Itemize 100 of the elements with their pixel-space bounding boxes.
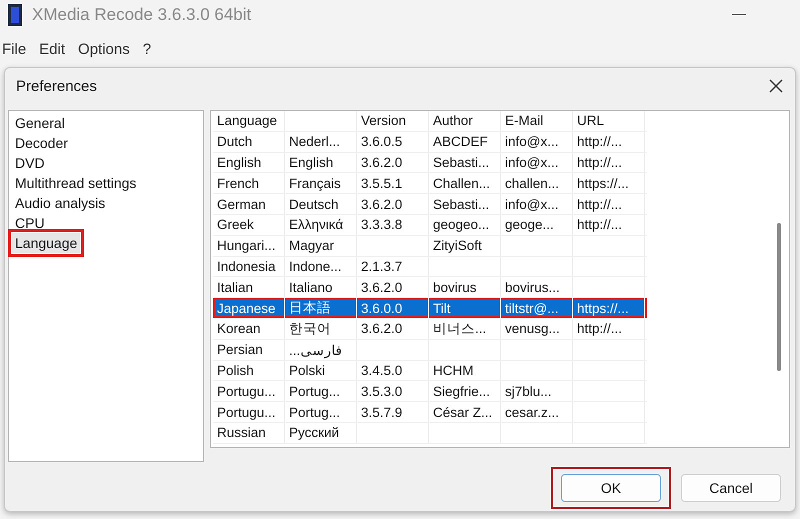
table-cell: http://... bbox=[577, 154, 622, 170]
table-row[interactable]: Portugu... Portug... 3.5.7.9 César Z... cesar.z... bbox=[213, 402, 647, 423]
table-cell: Challen... bbox=[433, 176, 490, 191]
table-cell: César Z... bbox=[433, 404, 492, 420]
sidebar-item[interactable]: Multithread settings bbox=[12, 173, 140, 193]
table-cell: 3.5.5.1 bbox=[361, 176, 402, 191]
table-cell: Portug... bbox=[289, 384, 340, 399]
table-cell: Français bbox=[289, 176, 341, 191]
app-icon bbox=[8, 4, 22, 26]
table-cell: Hungari... bbox=[217, 238, 276, 254]
table-cell: 3.3.3.8 bbox=[361, 217, 402, 232]
table-cell: http://... bbox=[577, 321, 622, 336]
table-cell: Tilt bbox=[433, 300, 450, 316]
table-cell: 3.6.0.0 bbox=[361, 300, 402, 316]
column-header[interactable]: URL bbox=[573, 111, 645, 131]
table-cell: bovirus bbox=[433, 280, 477, 295]
table-cell: ABCDEF bbox=[433, 134, 488, 150]
sidebar-item[interactable]: General bbox=[12, 113, 68, 133]
table-cell: Indonesia bbox=[217, 258, 276, 274]
table-cell: bovirus... bbox=[505, 280, 560, 295]
table-cell: Sebasti... bbox=[433, 154, 490, 170]
column-header[interactable]: Version bbox=[357, 111, 429, 131]
table-cell: Greek bbox=[217, 217, 254, 232]
table-cell: 비너스... bbox=[433, 320, 486, 338]
menu-item[interactable]: Edit bbox=[39, 40, 72, 58]
table-cell: https://... bbox=[577, 300, 629, 316]
table-cell: challen... bbox=[505, 176, 560, 191]
table-cell: cesar.z... bbox=[505, 404, 560, 420]
table-cell: Russian bbox=[217, 425, 266, 440]
table-row[interactable]: Indonesia Indone... 2.1.3.7 bbox=[213, 256, 647, 278]
column-header[interactable]: Author bbox=[429, 111, 501, 131]
table-row[interactable]: Greek Ελληνικά 3.3.3.8 geogeo... geoge... http://... bbox=[213, 214, 647, 236]
table-row[interactable]: German Deutsch 3.6.2.0 Sebasti... info@x... http://... bbox=[213, 194, 647, 215]
table-cell: info@x... bbox=[505, 134, 558, 150]
table-cell: Italian bbox=[217, 280, 254, 295]
menu-item[interactable]: Options bbox=[78, 40, 137, 58]
dialog-title: Preferences bbox=[16, 78, 98, 94]
table-cell: http://... bbox=[577, 217, 622, 232]
table-cell: 3.6.2.0 bbox=[361, 280, 402, 295]
cancel-button[interactable]: Cancel bbox=[681, 474, 781, 502]
table-cell: Italiano bbox=[289, 280, 333, 295]
table-cell: venusg... bbox=[505, 321, 560, 336]
table-row[interactable]: English English 3.6.2.0 Sebasti... info@x... http://... bbox=[213, 152, 647, 174]
table-cell: 3.6.2.0 bbox=[361, 321, 402, 336]
sidebar-item[interactable]: Decoder bbox=[12, 133, 71, 153]
table-cell: 3.6.2.0 bbox=[361, 196, 402, 212]
sidebar-item[interactable]: Audio analysis bbox=[12, 193, 108, 213]
table-cell: 日本語 bbox=[289, 299, 331, 318]
table-cell: https://... bbox=[577, 176, 629, 191]
table-cell: sj7blu... bbox=[505, 384, 552, 399]
table-cell: French bbox=[217, 176, 260, 191]
table-row[interactable]: Portugu... Portug... 3.5.3.0 Siegfrie... sj7blu... bbox=[213, 381, 647, 402]
table-cell: 2.1.3.7 bbox=[361, 258, 402, 274]
table-cell: geogeo... bbox=[433, 217, 490, 232]
table-cell: http://... bbox=[577, 134, 622, 150]
table-cell: Portugu... bbox=[217, 384, 276, 399]
table-row[interactable]: French Français 3.5.5.1 Challen... challen... https://... bbox=[213, 173, 647, 194]
table-cell: info@x... bbox=[505, 196, 558, 212]
ok-button[interactable]: OK bbox=[561, 474, 661, 502]
table-cell: ZityiSoft bbox=[433, 238, 482, 254]
close-icon[interactable] bbox=[769, 79, 783, 93]
table-cell: Ελληνικά bbox=[289, 217, 344, 232]
table-cell: Indone... bbox=[289, 258, 342, 274]
column-header[interactable]: Language bbox=[213, 111, 285, 131]
table-row[interactable]: Dutch Nederl... 3.6.0.5 ABCDEF info@x... http://... bbox=[213, 132, 647, 153]
table-cell: 3.6.2.0 bbox=[361, 154, 402, 170]
table-cell: Portugu... bbox=[217, 404, 276, 420]
table-cell: Korean bbox=[217, 321, 261, 336]
column-header[interactable]: E-Mail bbox=[501, 111, 573, 131]
table-cell: Sebasti... bbox=[433, 196, 490, 212]
table-cell: 3.5.7.9 bbox=[361, 404, 402, 420]
table-cell: English bbox=[217, 154, 262, 170]
table-row[interactable]: Russian Русский bbox=[213, 422, 647, 444]
table-cell: فارسی... bbox=[289, 342, 342, 358]
table-cell: Polish bbox=[217, 362, 254, 378]
sidebar-item[interactable]: DVD bbox=[12, 153, 48, 173]
table-cell: 한국어 bbox=[289, 320, 331, 338]
table-cell: Deutsch bbox=[289, 196, 339, 212]
table-cell: German bbox=[217, 196, 266, 212]
table-cell: Magyar bbox=[289, 238, 334, 254]
sidebar-item[interactable]: Language bbox=[12, 233, 80, 253]
table-row[interactable]: Korean 한국어 3.6.2.0 비너스... venusg... http://... bbox=[213, 318, 647, 340]
table-row[interactable]: Japanese 日本語 3.6.0.0 Tilt tiltstr@... https://... bbox=[213, 298, 647, 319]
table-cell: Persian bbox=[217, 342, 263, 358]
table-cell: Dutch bbox=[217, 134, 252, 150]
table-cell: http://... bbox=[577, 196, 622, 212]
table-cell: Portug... bbox=[289, 404, 340, 420]
table-row[interactable]: Hungari... Magyar ZityiSoft bbox=[213, 236, 647, 257]
menu-item[interactable]: File bbox=[2, 40, 34, 58]
table-cell: info@x... bbox=[505, 154, 558, 170]
menu-item[interactable]: ? bbox=[142, 40, 158, 58]
table-cell: tiltstr@... bbox=[505, 300, 558, 316]
table-cell: Nederl... bbox=[289, 134, 340, 150]
table-cell: Siegfrie... bbox=[433, 384, 490, 399]
table-cell: geoge... bbox=[505, 217, 554, 232]
table-cell: English bbox=[289, 154, 334, 170]
sidebar-item[interactable]: CPU bbox=[12, 213, 48, 233]
minimize-icon[interactable] bbox=[732, 14, 746, 16]
table-row[interactable]: Polish Polski 3.4.5.0 HCHM bbox=[213, 360, 647, 382]
table-cell: Русский bbox=[289, 425, 340, 440]
